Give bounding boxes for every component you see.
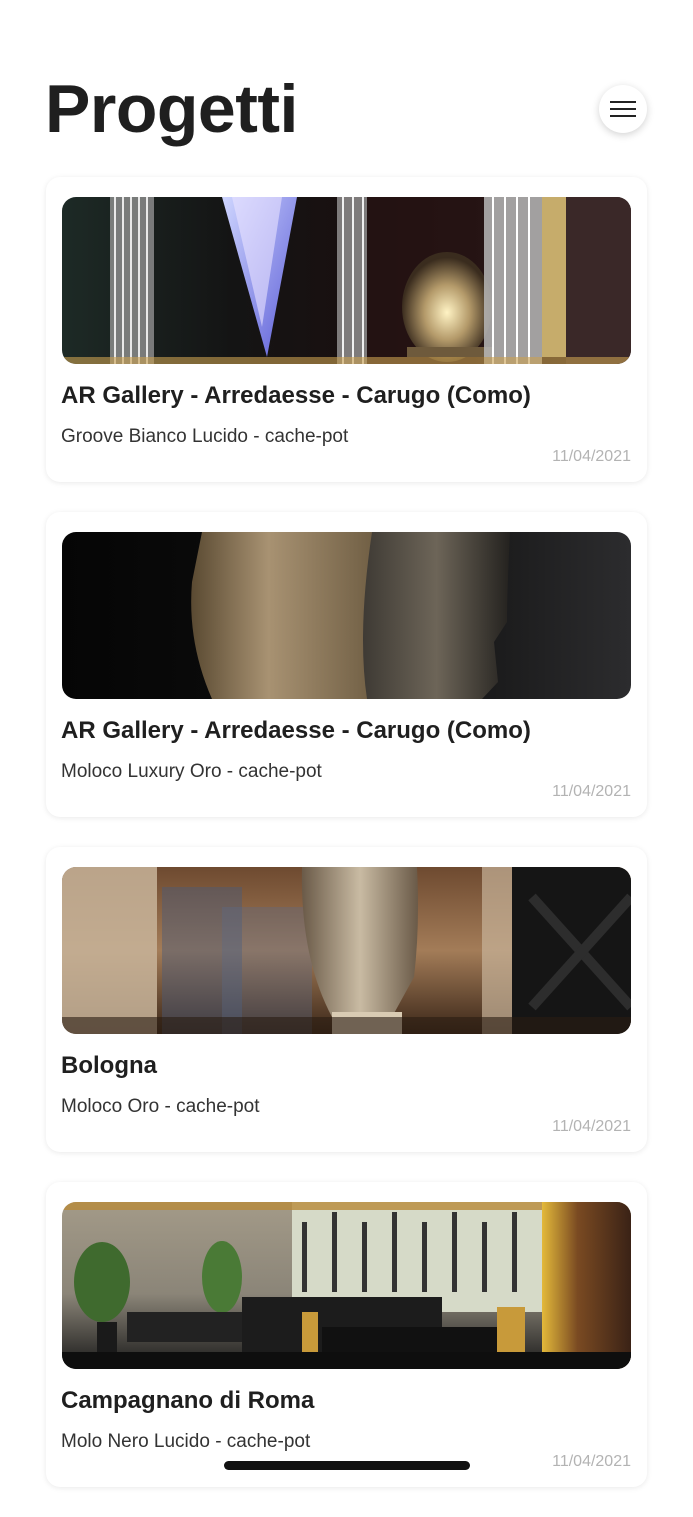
project-date: 11/04/2021: [552, 1453, 631, 1470]
lounge-interior-photo: [62, 1202, 631, 1369]
project-title: AR Gallery - Arredaesse - Carugo (Como): [61, 717, 531, 744]
project-card[interactable]: Bologna Moloco Oro - cache-pot 11/04/202…: [46, 847, 647, 1152]
home-indicator: [224, 1461, 470, 1470]
project-subtitle: Groove Bianco Lucido - cache-pot: [61, 426, 349, 447]
project-title: Campagnano di Roma: [61, 1387, 315, 1414]
project-subtitle: Moloco Luxury Oro - cache-pot: [61, 761, 322, 782]
project-title: Bologna: [61, 1052, 157, 1079]
hamburger-menu-icon: [610, 101, 636, 117]
project-subtitle: Moloco Oro - cache-pot: [61, 1096, 260, 1117]
header: Progetti: [0, 0, 693, 176]
project-card[interactable]: AR Gallery - Arredaesse - Carugo (Como) …: [46, 512, 647, 817]
project-date: 11/04/2021: [552, 448, 631, 465]
project-date: 11/04/2021: [552, 1118, 631, 1135]
project-card[interactable]: AR Gallery - Arredaesse - Carugo (Como) …: [46, 177, 647, 482]
page-title: Progetti: [45, 71, 298, 147]
project-list: AR Gallery - Arredaesse - Carugo (Como) …: [46, 177, 647, 1517]
restaurant-head-sculpture-photo: [62, 867, 631, 1034]
showroom-curtains-armchair-photo: [62, 197, 631, 364]
project-title: AR Gallery - Arredaesse - Carugo (Como): [61, 382, 531, 409]
project-subtitle: Molo Nero Lucido - cache-pot: [61, 1431, 311, 1452]
menu-button[interactable]: [599, 85, 647, 133]
project-card[interactable]: Campagnano di Roma Molo Nero Lucido - ca…: [46, 1182, 647, 1487]
project-date: 11/04/2021: [552, 783, 631, 800]
two-head-sculptures-photo: [62, 532, 631, 699]
